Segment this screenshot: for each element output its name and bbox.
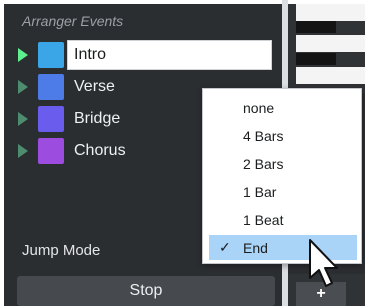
event-label: Bridge xyxy=(74,110,121,127)
play-triangle-icon[interactable] xyxy=(18,80,28,94)
mouse-pointer-icon xyxy=(309,239,338,287)
menu-item-label: 1 Beat xyxy=(243,212,284,228)
play-triangle-icon[interactable] xyxy=(18,48,28,62)
piano-white-key[interactable] xyxy=(296,4,365,21)
event-label: Intro xyxy=(74,46,107,63)
play-triangle-icon[interactable] xyxy=(18,144,28,158)
menu-item-label: none xyxy=(243,100,275,116)
stop-button[interactable]: Stop xyxy=(17,276,275,306)
event-color-swatch xyxy=(38,74,64,100)
menu-item-label: 1 Bar xyxy=(243,184,277,200)
event-color-swatch xyxy=(38,138,64,164)
menu-item-none[interactable]: none xyxy=(209,95,357,120)
menu-item-1-beat[interactable]: 1 Beat xyxy=(209,207,357,232)
jump-mode-label: Jump Mode xyxy=(22,242,101,259)
event-color-swatch xyxy=(38,106,64,132)
event-row-intro[interactable]: Intro xyxy=(4,40,282,70)
event-label: Chorus xyxy=(74,142,126,159)
menu-item-1-bar[interactable]: 1 Bar xyxy=(209,179,357,204)
play-triangle-icon[interactable] xyxy=(18,112,28,126)
checkmark-icon: ✓ xyxy=(219,239,231,255)
menu-item-4-bars[interactable]: 4 Bars xyxy=(209,123,357,148)
menu-item-label: 4 Bars xyxy=(243,128,284,144)
event-color-swatch xyxy=(38,42,64,68)
piano-white-key[interactable] xyxy=(296,35,365,52)
menu-item-label: End xyxy=(243,240,268,256)
piano-white-key[interactable] xyxy=(296,67,365,84)
piano-black-key[interactable] xyxy=(296,21,336,33)
panel-title: Arranger Events xyxy=(22,13,124,29)
piano-black-key[interactable] xyxy=(296,53,336,65)
menu-item-2-bars[interactable]: 2 Bars xyxy=(209,151,357,176)
event-label: Verse xyxy=(74,78,115,95)
menu-item-label: 2 Bars xyxy=(243,156,284,172)
